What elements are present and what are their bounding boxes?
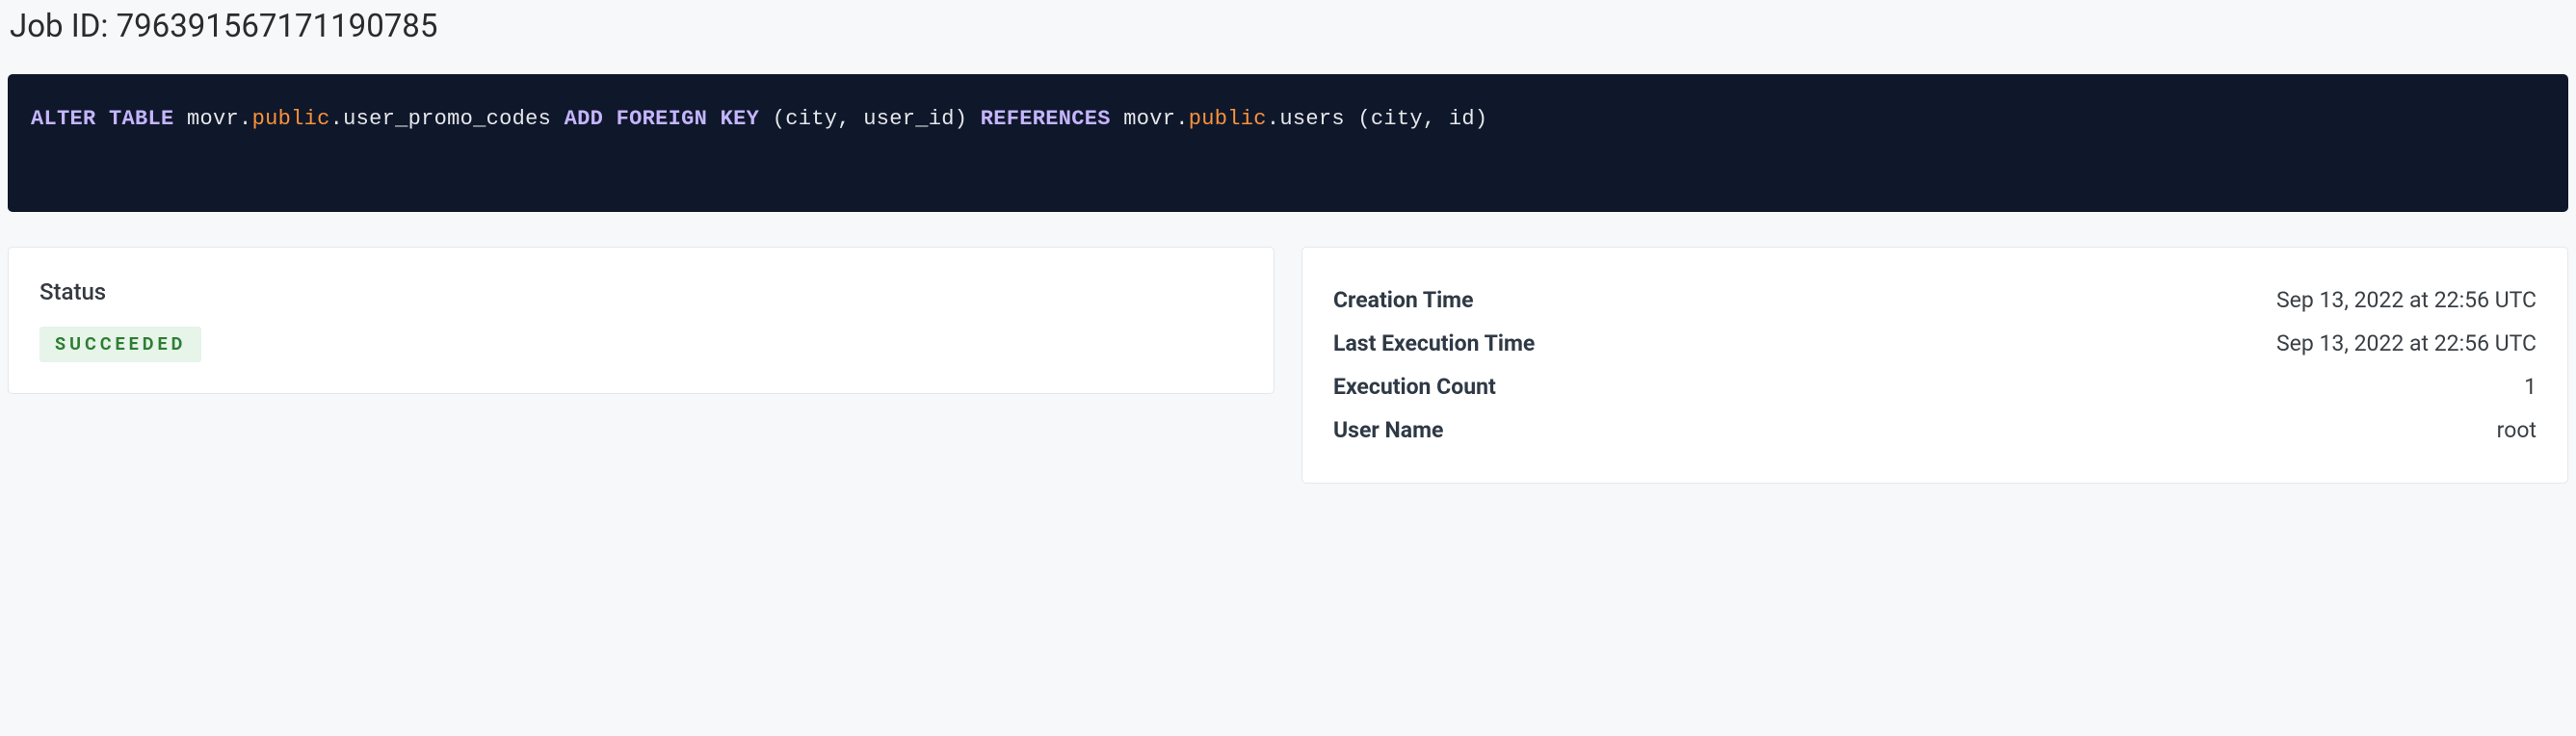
sql-token: .: [1267, 107, 1280, 131]
status-badge: SUCCEEDED: [39, 327, 201, 362]
status-card: Status SUCCEEDED: [8, 247, 1275, 394]
sql-token: .: [1175, 107, 1189, 131]
page-title-prefix: Job ID:: [10, 8, 117, 45]
sql-token: movr: [174, 107, 240, 131]
sql-token: public: [1189, 107, 1267, 131]
detail-key: Last Execution Time: [1333, 330, 1535, 356]
sql-token: users (city, id): [1279, 107, 1487, 131]
detail-key: Execution Count: [1333, 374, 1496, 400]
sql-token: .: [239, 107, 252, 131]
detail-value: Sep 13, 2022 at 22:56 UTC: [2276, 287, 2537, 313]
detail-key: User Name: [1333, 417, 1443, 443]
detail-row: Last Execution Time Sep 13, 2022 at 22:56…: [1333, 322, 2537, 365]
detail-value: root: [2497, 417, 2537, 443]
sql-token: (city, user_id): [759, 107, 981, 131]
sql-token: ALTER TABLE: [31, 107, 174, 131]
detail-row: Execution Count 1: [1333, 365, 2537, 408]
sql-token: movr: [1111, 107, 1176, 131]
detail-row: Creation Time Sep 13, 2022 at 22:56 UTC: [1333, 278, 2537, 322]
cards-row: Status SUCCEEDED Creation Time Sep 13, 20…: [8, 247, 2568, 484]
page-title: Job ID: 796391567171190785: [8, 8, 2568, 45]
sql-token: REFERENCES: [981, 107, 1111, 131]
sql-statement-block: ALTER TABLE movr.public.user_promo_codes…: [8, 74, 2568, 212]
detail-value: 1: [2524, 374, 2537, 400]
detail-key: Creation Time: [1333, 287, 1474, 313]
sql-token: public: [252, 107, 330, 131]
detail-value: Sep 13, 2022 at 22:56 UTC: [2276, 330, 2537, 356]
details-card: Creation TimeSep 13, 2022 at 22:56 UTCLa…: [1301, 247, 2568, 484]
sql-token: ADD FOREIGN KEY: [565, 107, 760, 131]
status-label: Status: [39, 278, 1243, 305]
sql-token: user_promo_codes: [343, 107, 565, 131]
sql-token: .: [330, 107, 344, 131]
detail-row: User Name root: [1333, 408, 2537, 452]
job-id-value: 796391567171190785: [117, 8, 438, 45]
